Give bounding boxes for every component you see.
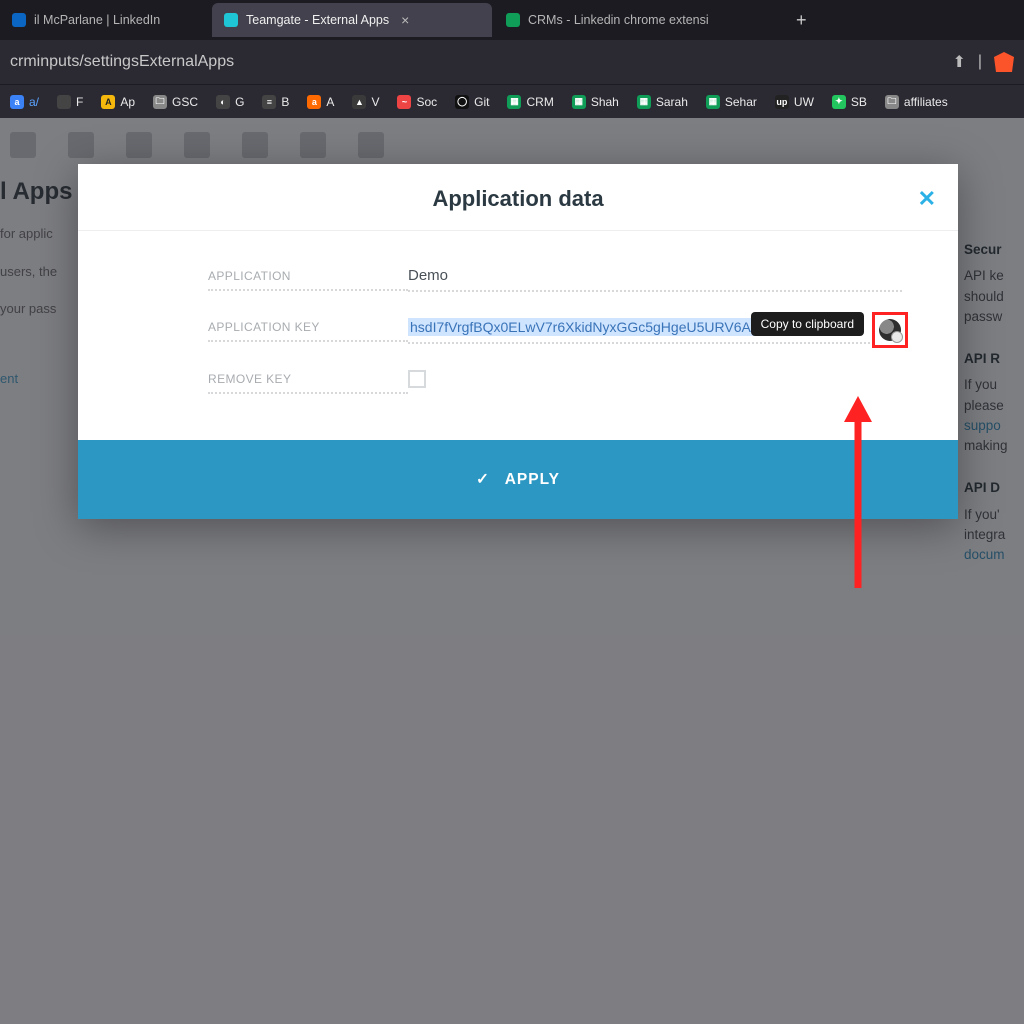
tab-title: CRMs - Linkedin chrome extensi <box>528 13 709 27</box>
bookmark-item[interactable]: A Ap <box>95 92 141 112</box>
bookmark-favicon-icon: A <box>101 95 115 109</box>
application-row: APPLICATION Demo <box>208 267 902 292</box>
bookmark-item[interactable]: ▲V <box>346 92 385 112</box>
bookmark-item[interactable]: aA <box>301 92 340 112</box>
modal-close-button[interactable]: ✕ <box>918 186 936 212</box>
remove-key-label: REMOVE KEY <box>208 370 408 394</box>
bookmark-label: Sarah <box>656 95 688 109</box>
copy-to-clipboard-button[interactable] <box>872 312 908 348</box>
remove-key-field <box>408 370 902 394</box>
brave-shield-icon[interactable] <box>994 52 1014 72</box>
bookmark-label: Soc <box>416 95 437 109</box>
bookmark-item[interactable]: F <box>51 92 89 112</box>
bookmark-label: GSC <box>172 95 198 109</box>
remove-key-checkbox[interactable] <box>408 370 426 388</box>
bookmark-item[interactable]: ▦ Sehar <box>700 92 763 112</box>
close-tab-icon[interactable]: × <box>401 12 409 28</box>
bookmark-item[interactable]: ≡B <box>256 92 295 112</box>
apply-button[interactable]: ✓ APPLY <box>78 440 958 519</box>
application-key-row: APPLICATION KEY hsdI7fVrgfBQx0ELwV7r6Xki… <box>208 318 902 344</box>
bookmark-label: F <box>76 95 83 109</box>
bookmark-favicon-icon: up <box>775 95 789 109</box>
folder-icon: 🗀 <box>153 95 167 109</box>
bookmark-label: A <box>326 95 334 109</box>
modal-title: Application data <box>78 186 958 212</box>
github-icon: ◯ <box>455 95 469 109</box>
sheets-icon: ▦ <box>637 95 651 109</box>
tab-teamgate[interactable]: Teamgate - External Apps × <box>212 3 492 37</box>
bookmark-item[interactable]: 🗀 GSC <box>147 92 204 112</box>
bookmark-favicon-icon: a <box>10 95 24 109</box>
bookmark-label: affiliates <box>904 95 948 109</box>
bookmark-item[interactable]: ✦ SB <box>826 92 873 112</box>
bookmark-label: UW <box>794 95 814 109</box>
application-data-modal: Application data ✕ APPLICATION Demo APPL… <box>78 164 958 519</box>
bookmark-label: CRM <box>526 95 553 109</box>
favicon-icon <box>506 13 520 27</box>
sheets-icon: ▦ <box>507 95 521 109</box>
apply-label: APPLY <box>505 471 560 488</box>
bookmark-label: Sehar <box>725 95 757 109</box>
modal-body: APPLICATION Demo APPLICATION KEY hsdI7fV… <box>78 231 958 440</box>
bookmark-label: V <box>371 95 379 109</box>
page-content: l Apps for applic users, the your pass e… <box>0 118 1024 1024</box>
check-icon: ✓ <box>476 471 490 488</box>
clipboard-icon <box>879 319 901 341</box>
tab-title: il McParlane | LinkedIn <box>34 13 160 27</box>
bookmark-item[interactable]: ◐G <box>210 92 250 112</box>
bookmark-favicon-icon: ◐ <box>216 95 230 109</box>
bookmark-item[interactable]: ◯ Git <box>449 92 495 112</box>
bookmark-label: Git <box>474 95 489 109</box>
bookmark-label: a/ <box>29 95 39 109</box>
bookmark-item[interactable]: ▦ Shah <box>566 92 625 112</box>
url-text[interactable]: crminputs/settingsExternalApps <box>10 53 234 71</box>
bookmark-label: Ap <box>120 95 135 109</box>
modal-header: Application data ✕ <box>78 164 958 231</box>
tab-crms[interactable]: CRMs - Linkedin chrome extensi <box>494 3 784 37</box>
bookmarks-bar: aa/ F AAp 🗀GSC ◐G ≡B aA ▲V ~Soc ◯Git ▦CR… <box>0 84 1024 118</box>
key-selected-text: hsdI7fVrgfBQx0ELwV7r6XkidNyxGGc5gHgeU5UR… <box>408 318 804 336</box>
tab-strip: il McParlane | LinkedIn Teamgate - Exter… <box>0 0 1024 40</box>
favicon-icon <box>12 13 26 27</box>
bookmark-label: B <box>281 95 289 109</box>
divider: | <box>978 53 982 71</box>
copy-tooltip: Copy to clipboard <box>751 312 864 336</box>
bookmark-favicon-icon: ~ <box>397 95 411 109</box>
annotation-arrow-icon <box>846 396 870 586</box>
bookmark-favicon-icon: a <box>307 95 321 109</box>
new-tab-button[interactable]: + <box>786 10 817 31</box>
browser-chrome: il McParlane | LinkedIn Teamgate - Exter… <box>0 0 1024 118</box>
bookmark-item[interactable]: ▦ Sarah <box>631 92 694 112</box>
share-icon[interactable]: ⬆ <box>952 52 965 72</box>
bookmark-item[interactable]: ~ Soc <box>391 92 443 112</box>
bookmark-item[interactable]: a a/ <box>4 92 45 112</box>
sheets-icon: ▦ <box>706 95 720 109</box>
application-label: APPLICATION <box>208 267 408 291</box>
bookmark-item[interactable]: up UW <box>769 92 820 112</box>
bookmark-label: G <box>235 95 244 109</box>
bookmark-item[interactable]: 🗀 affiliates <box>879 92 954 112</box>
bookmark-favicon-icon <box>57 95 71 109</box>
bookmark-favicon-icon: ≡ <box>262 95 276 109</box>
address-bar: crminputs/settingsExternalApps ⬆ | <box>0 40 1024 84</box>
bookmark-favicon-icon: ✦ <box>832 95 846 109</box>
application-value[interactable]: Demo <box>408 267 902 292</box>
sheets-icon: ▦ <box>572 95 586 109</box>
favicon-icon <box>224 13 238 27</box>
bookmark-item[interactable]: ▦ CRM <box>501 92 559 112</box>
tab-linkedin[interactable]: il McParlane | LinkedIn <box>0 3 210 37</box>
remove-key-row: REMOVE KEY <box>208 370 902 394</box>
application-key-label: APPLICATION KEY <box>208 318 408 342</box>
bookmark-favicon-icon: ▲ <box>352 95 366 109</box>
bookmark-label: Shah <box>591 95 619 109</box>
bookmark-label: SB <box>851 95 867 109</box>
tab-title: Teamgate - External Apps <box>246 13 389 27</box>
folder-icon: 🗀 <box>885 95 899 109</box>
